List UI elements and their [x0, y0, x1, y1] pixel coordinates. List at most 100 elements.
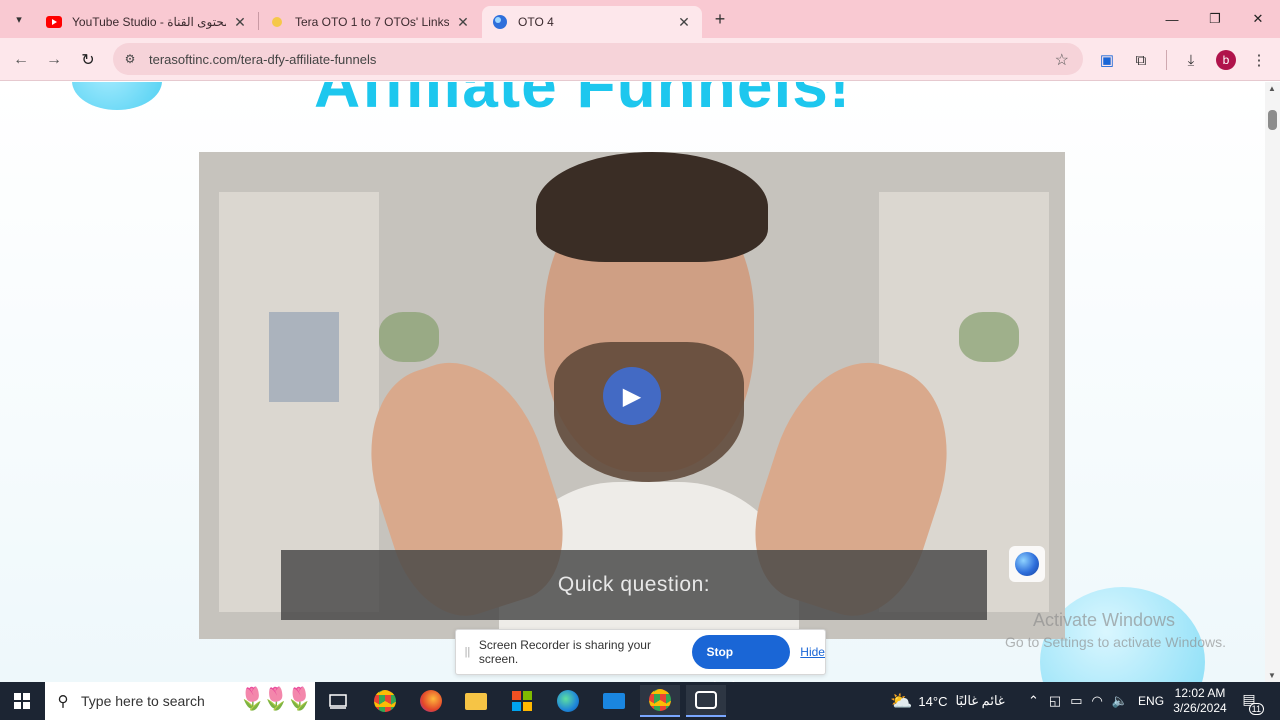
tab-youtube-studio[interactable]: YouTube Studio - محتوى القناة ✕: [36, 6, 258, 38]
decorative-bubble: [72, 82, 162, 110]
close-icon[interactable]: ✕: [232, 14, 248, 31]
youtube-icon: [46, 14, 62, 30]
windows-logo-icon: [14, 693, 30, 709]
sun-icon: [269, 14, 285, 30]
bookmark-star-icon[interactable]: ☆: [1055, 50, 1069, 70]
chevron-down-icon: ▾: [16, 13, 22, 26]
store-icon: [512, 691, 532, 711]
battery-icon[interactable]: ▭: [1070, 693, 1082, 709]
arrow-right-icon: →: [46, 51, 62, 68]
cloud-sun-icon: ⛅: [890, 690, 913, 711]
site-settings-icon[interactable]: ⚙: [115, 52, 145, 66]
taskbar-search[interactable]: ⚲ Type here to search 🌷🌷🌷: [45, 682, 315, 720]
background-books: [269, 312, 339, 402]
system-clock[interactable]: 12:02 AM 3/26/2024: [1168, 686, 1232, 716]
edge-app[interactable]: [548, 685, 588, 717]
extensions-icon[interactable]: ⧉: [1129, 48, 1153, 72]
chrome-icon: [649, 689, 671, 711]
edge-icon: [557, 690, 579, 712]
minimize-icon: —: [1165, 11, 1179, 27]
clock-date: 3/26/2024: [1173, 701, 1227, 715]
page-scrollbar[interactable]: ▲ ▼: [1265, 82, 1280, 682]
screen-recorder-icon: [695, 691, 717, 709]
tab-tera-oto[interactable]: Tera OTO 1 to 7 OTOs' Links He ✕: [259, 6, 481, 38]
language-indicator[interactable]: ENG: [1138, 694, 1164, 708]
weather-temp: 14°C: [918, 693, 948, 709]
close-window-button[interactable]: ✕: [1236, 0, 1280, 38]
tab-title: Tera OTO 1 to 7 OTOs' Links He: [295, 15, 449, 29]
search-icon: ⚲: [57, 693, 69, 710]
screen-share-icon[interactable]: ▣: [1095, 48, 1119, 72]
page-headline: Affiliate Funnels!: [314, 82, 852, 121]
tera-logo-icon: [492, 14, 508, 30]
task-view-button[interactable]: [318, 685, 358, 717]
start-button[interactable]: [0, 682, 44, 720]
plus-icon: +: [714, 8, 726, 29]
folder-icon: [465, 692, 487, 710]
scrollbar-thumb[interactable]: [1268, 110, 1277, 130]
tab-strip: ▾ YouTube Studio - محتوى القناة ✕ Tera O…: [0, 0, 1280, 38]
tab-search-button[interactable]: ▾: [8, 8, 30, 30]
video-caption: Quick question:: [281, 550, 987, 620]
close-icon[interactable]: ✕: [676, 14, 692, 31]
store-app[interactable]: [502, 685, 542, 717]
drag-handle-icon[interactable]: ||: [456, 646, 479, 658]
arrow-left-icon: ←: [13, 51, 29, 68]
toolbar-divider: [1166, 50, 1167, 70]
tab-title: YouTube Studio - محتوى القناة: [72, 15, 226, 29]
clock-time: 12:02 AM: [1174, 686, 1226, 700]
chevron-up-icon[interactable]: ⌃: [1028, 693, 1039, 709]
reload-button[interactable]: ↻: [76, 48, 100, 72]
background-plant: [959, 312, 1019, 362]
tulips-icon: 🌷🌷🌷: [238, 686, 313, 711]
background-shelf: [219, 192, 379, 612]
system-tray: ⌃ ◱ ▭ ◠ 🔈 ENG: [1028, 682, 1164, 720]
scroll-down-icon[interactable]: ▼: [1268, 671, 1276, 680]
firefox-icon: [420, 690, 442, 712]
task-view-icon: [329, 694, 347, 709]
notification-center-button[interactable]: ▤ 11: [1238, 691, 1264, 715]
download-icon[interactable]: ⤓: [1179, 48, 1203, 72]
play-button[interactable]: ▶: [603, 367, 661, 425]
close-icon: ✕: [1252, 11, 1264, 26]
windows-taskbar: ⚲ Type here to search 🌷🌷🌷 ⛅ 14°C غائم غا…: [0, 682, 1280, 720]
screen-share-bar: || Screen Recorder is sharing your scree…: [455, 629, 826, 682]
scroll-up-icon[interactable]: ▲: [1268, 84, 1276, 93]
stop-sharing-button[interactable]: Stop sharing: [692, 635, 791, 682]
forward-button[interactable]: →: [42, 48, 66, 72]
page-content: Affiliate Funnels! ▶ Quick question: Act…: [0, 82, 1265, 682]
close-icon[interactable]: ✕: [455, 14, 471, 31]
tera-logo-icon: [1015, 552, 1039, 576]
weather-description: غائم غالبًا: [955, 693, 1005, 708]
back-button[interactable]: ←: [9, 48, 33, 72]
new-tab-button[interactable]: +: [709, 8, 731, 30]
restore-button[interactable]: ❐: [1193, 0, 1237, 38]
background-plant: [379, 312, 439, 362]
avatar[interactable]: b: [1216, 50, 1236, 70]
search-placeholder: Type here to search: [81, 693, 205, 709]
meet-now-icon[interactable]: ◱: [1049, 693, 1061, 709]
activate-windows-watermark: Activate Windows Go to Settings to activ…: [1005, 610, 1226, 650]
address-bar[interactable]: ⚙ terasoftinc.com/tera-dfy-affiliate-fun…: [113, 43, 1083, 75]
chrome-profile-app[interactable]: [640, 685, 680, 717]
tab-title: OTO 4: [518, 15, 554, 29]
mail-app[interactable]: [594, 685, 634, 717]
hide-link[interactable]: Hide: [800, 645, 825, 659]
activate-windows-subtitle: Go to Settings to activate Windows.: [1005, 634, 1226, 650]
activate-windows-title: Activate Windows: [1033, 610, 1176, 630]
browser-toolbar: ← → ↻ ⚙ terasoftinc.com/tera-dfy-affilia…: [0, 38, 1280, 81]
file-explorer-app[interactable]: [456, 685, 496, 717]
video-player[interactable]: ▶ Quick question:: [199, 152, 1065, 639]
chrome-app[interactable]: [365, 685, 405, 717]
wifi-icon[interactable]: ◠: [1092, 693, 1103, 709]
share-message: Screen Recorder is sharing your screen.: [478, 638, 651, 666]
volume-icon[interactable]: 🔈: [1112, 693, 1128, 709]
chrome-icon: [374, 690, 396, 712]
screen-recorder-app[interactable]: [686, 685, 726, 717]
tab-oto-4[interactable]: OTO 4 ✕: [482, 6, 702, 38]
minimize-button[interactable]: —: [1150, 0, 1194, 38]
weather-widget[interactable]: ⛅ 14°C غائم غالبًا: [890, 682, 1005, 720]
reload-icon: ↻: [81, 52, 95, 69]
firefox-app[interactable]: [411, 685, 451, 717]
menu-kebab-icon[interactable]: ⋮: [1247, 48, 1271, 72]
